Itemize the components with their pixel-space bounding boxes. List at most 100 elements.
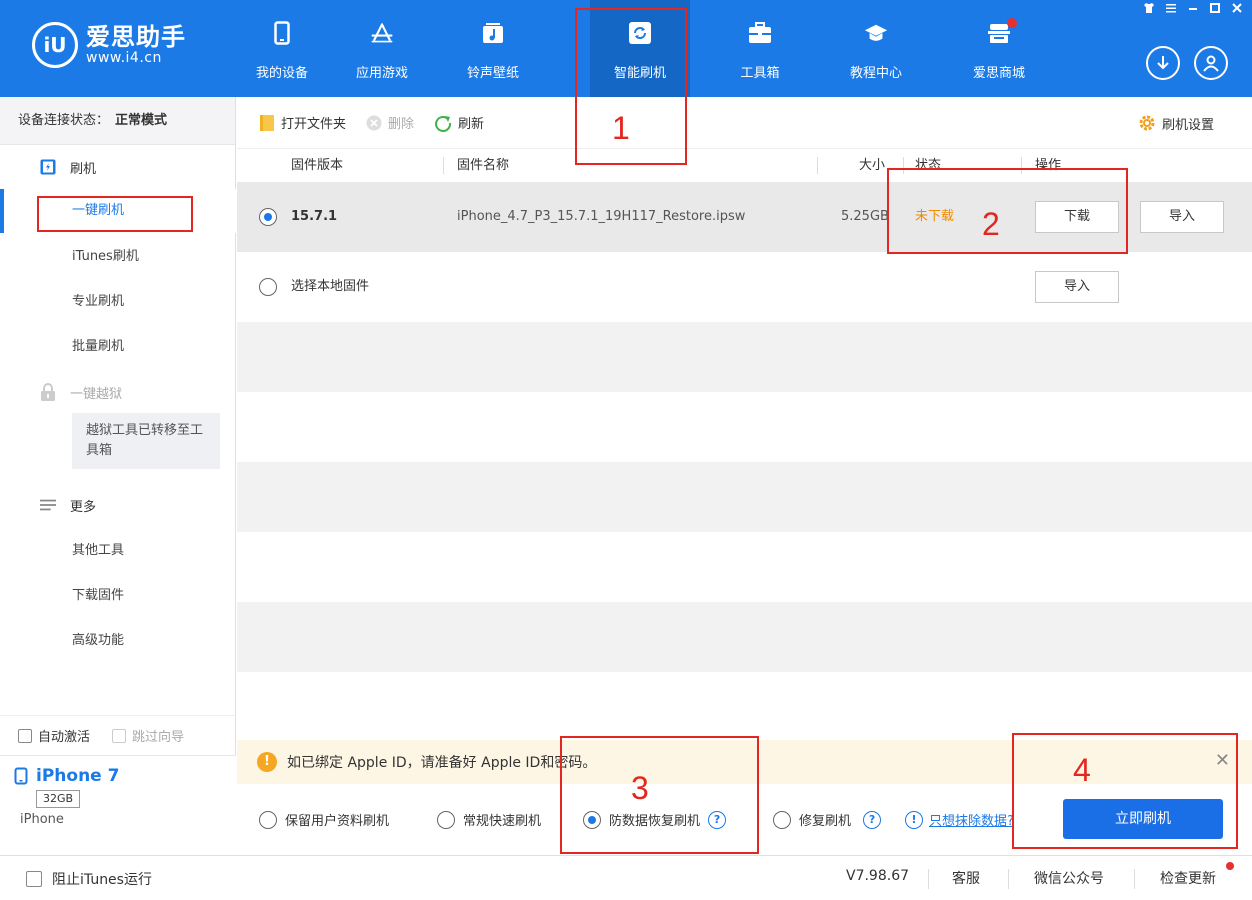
minimize-icon[interactable] — [1186, 2, 1200, 16]
delete-label: 删除 — [388, 117, 415, 132]
gear-icon — [1139, 115, 1155, 131]
sidebar-item-one-click-flash[interactable]: 一键刷机 — [0, 189, 236, 233]
nav-label: 应用游戏 — [355, 66, 408, 81]
device-card[interactable]: iPhone 7 32GB iPhone — [0, 755, 236, 855]
mode-quick[interactable]: 常规快速刷机 — [437, 810, 541, 829]
divider — [1134, 869, 1135, 889]
erase-link-label[interactable]: 只想抹除数据? — [929, 810, 1014, 829]
mode-keep-data[interactable]: 保留用户资料刷机 — [259, 810, 389, 829]
shirt-icon[interactable] — [1142, 2, 1156, 16]
phone-icon — [14, 767, 28, 785]
stop-itunes-toggle[interactable]: 阻止iTunes运行 — [26, 869, 152, 889]
auto-activate-label: 自动激活 — [38, 730, 91, 745]
nav-label: 工具箱 — [740, 66, 780, 81]
local-firmware-label: 选择本地固件 — [291, 279, 370, 294]
close-icon[interactable] — [1230, 2, 1244, 16]
lock-icon — [40, 383, 56, 401]
firmware-row[interactable]: 15.7.1 iPhone_4.7_P3_15.7.1_19H117_Resto… — [237, 182, 1252, 252]
stop-itunes-checkbox[interactable] — [26, 871, 42, 887]
menu-icon[interactable] — [1164, 2, 1178, 16]
refresh-icon — [435, 115, 452, 132]
column-divider — [903, 157, 904, 174]
device-capacity: 32GB — [36, 790, 81, 808]
nav-my-device[interactable]: 我的设备 — [232, 0, 332, 97]
user-account-button[interactable] — [1194, 46, 1228, 80]
firmware-version: 15.7.1 — [291, 209, 338, 224]
skip-guide-checkbox[interactable] — [112, 728, 127, 743]
mode-repair[interactable]: 修复刷机 ? — [773, 810, 882, 829]
nav-toolbox[interactable]: 工具箱 — [710, 0, 810, 97]
sidebar-item-pro-flash[interactable]: 专业刷机 — [0, 280, 236, 324]
list-icon — [40, 497, 56, 513]
header-version: 固件版本 — [291, 158, 344, 173]
auto-activate-row: 自动激活 跳过向导 — [0, 715, 236, 755]
sidebar-section-jailbreak[interactable]: 一键越狱 — [0, 370, 236, 414]
divider — [928, 869, 929, 889]
notification-dot — [1007, 18, 1017, 28]
firmware-filename: iPhone_4.7_P3_15.7.1_19H117_Restore.ipsw — [457, 209, 746, 224]
apple-id-notice: ! 如已绑定 Apple ID，请准备好 Apple ID和密码。 ✕ — [237, 740, 1252, 784]
sidebar-item-batch-flash[interactable]: 批量刷机 — [0, 325, 236, 369]
auto-activate-checkbox[interactable] — [18, 728, 32, 743]
empty-row — [237, 322, 1252, 392]
flash-settings-label: 刷机设置 — [1161, 117, 1214, 133]
nav-store[interactable]: 爱思商城 — [949, 0, 1049, 97]
nav-ringtones[interactable]: 铃声壁纸 — [443, 0, 543, 97]
local-import-button[interactable]: 导入 — [1035, 271, 1119, 303]
empty-row — [237, 672, 1252, 740]
status-bar: 阻止iTunes运行 V7.98.67 客服 微信公众号 检查更新 — [0, 855, 1252, 900]
nav-apps-games[interactable]: 应用游戏 — [332, 0, 432, 97]
local-firmware-radio[interactable] — [259, 278, 277, 296]
open-folder-button[interactable]: 打开文件夹 — [259, 113, 346, 132]
annotation-number-3: 3 — [631, 770, 649, 806]
column-divider — [817, 157, 818, 174]
mode-radio[interactable] — [583, 810, 601, 829]
app-logo: iU 爱思助手 www.i4.cn — [32, 22, 186, 68]
download-button[interactable]: 下载 — [1035, 201, 1119, 233]
firmware-toolbar: 打开文件夹 删除 刷新 刷机设置 — [237, 97, 1252, 149]
column-divider — [1021, 157, 1022, 174]
mode-radio[interactable] — [259, 810, 277, 829]
help-icon[interactable]: ? — [708, 810, 727, 829]
toolbox-icon — [748, 20, 772, 46]
download-manager-button[interactable] — [1146, 46, 1180, 80]
empty-row — [237, 392, 1252, 462]
mode-radio[interactable] — [773, 810, 791, 829]
sidebar-section-label: 刷机 — [70, 161, 97, 177]
sidebar-item-download-firmware[interactable]: 下载固件 — [0, 574, 236, 618]
nav-tutorials[interactable]: 教程中心 — [826, 0, 926, 97]
logo-mark: iU — [32, 22, 78, 68]
stop-itunes-label: 阻止iTunes运行 — [52, 872, 152, 888]
flash-settings-button[interactable]: 刷机设置 — [1138, 97, 1214, 149]
support-link[interactable]: 客服 — [952, 868, 980, 888]
device-name: iPhone 7 — [36, 766, 120, 786]
sidebar-item-itunes-flash[interactable]: iTunes刷机 — [0, 235, 236, 279]
close-icon[interactable]: ✕ — [1215, 750, 1230, 771]
top-bar: iU 爱思助手 www.i4.cn 我的设备 应用游戏 铃声壁纸 智能刷机 工具… — [0, 0, 1252, 97]
wechat-link[interactable]: 微信公众号 — [1034, 868, 1104, 888]
import-button[interactable]: 导入 — [1140, 201, 1224, 233]
erase-data-link[interactable]: ! 只想抹除数据? — [905, 810, 1014, 829]
sidebar-section-flash: 刷机 — [0, 145, 236, 189]
maximize-icon[interactable] — [1208, 2, 1222, 16]
nav-label: 智能刷机 — [613, 66, 666, 81]
download-icon — [1157, 56, 1169, 70]
annotation-number-4: 4 — [1073, 752, 1091, 788]
sidebar-item-advanced[interactable]: 高级功能 — [0, 619, 236, 663]
annotation-number-1: 1 — [612, 110, 630, 146]
sidebar-item-other-tools[interactable]: 其他工具 — [0, 529, 236, 573]
firmware-radio[interactable] — [259, 208, 277, 226]
device-model: iPhone — [20, 812, 64, 827]
local-firmware-row[interactable]: 选择本地固件 导入 — [237, 252, 1252, 322]
mode-anti-recovery[interactable]: 防数据恢复刷机 ? — [583, 810, 727, 829]
skip-guide-label: 跳过向导 — [132, 730, 185, 745]
refresh-button[interactable]: 刷新 — [434, 113, 484, 132]
flash-now-button[interactable]: 立即刷机 — [1063, 799, 1223, 839]
mode-radio[interactable] — [437, 810, 455, 829]
delete-button[interactable]: 删除 — [366, 113, 414, 132]
nav-smart-flash[interactable]: 智能刷机 — [590, 0, 690, 97]
check-update-link[interactable]: 检查更新 — [1160, 868, 1216, 888]
empty-row — [237, 462, 1252, 532]
help-icon[interactable]: ? — [863, 810, 882, 829]
nav-label: 铃声壁纸 — [466, 66, 519, 81]
